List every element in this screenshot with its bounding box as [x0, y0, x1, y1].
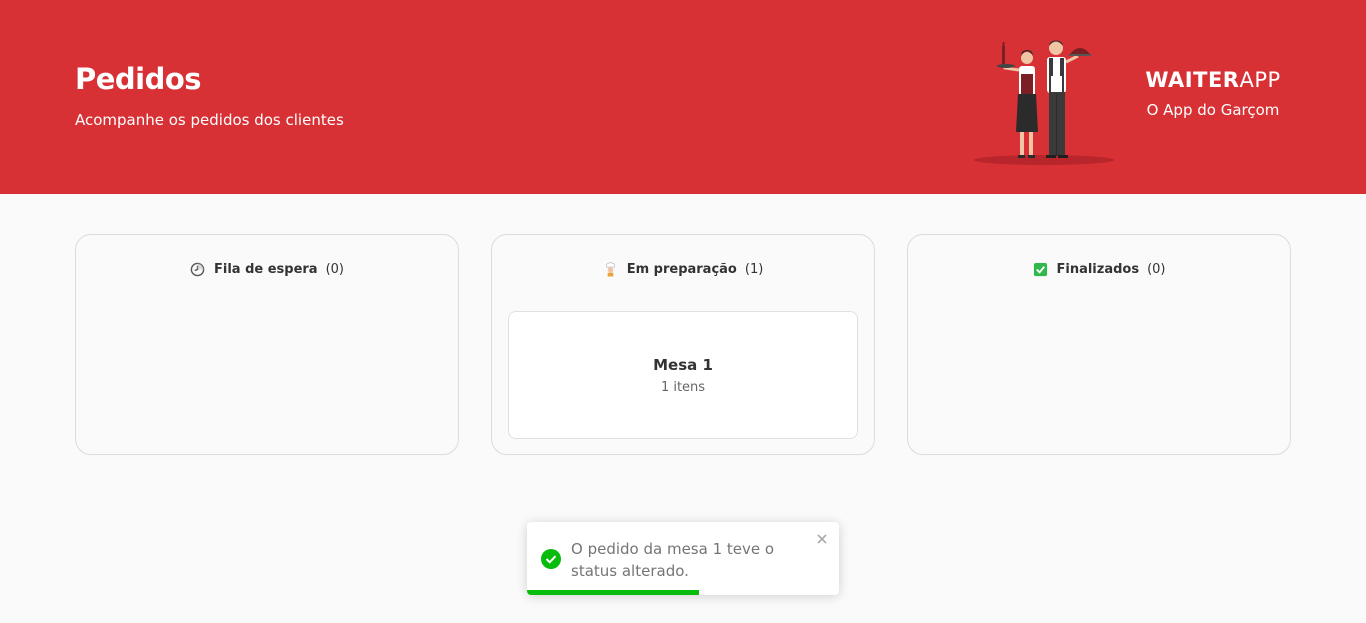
board-count: (0)	[325, 261, 345, 277]
brand-tagline: O App do Garçom	[1146, 101, 1280, 119]
waiters-illustration-icon	[974, 40, 1114, 165]
toast-message: O pedido da mesa 1 teve o status alterad…	[571, 540, 775, 580]
chef-icon	[603, 261, 619, 277]
page-title: Pedidos	[75, 62, 202, 96]
order-table: Mesa 1	[653, 355, 713, 374]
clock-icon	[190, 261, 206, 277]
brand-logo: WAITERAPP	[1143, 68, 1283, 92]
board-count: (1)	[744, 261, 764, 277]
board-title: Fila de espera	[213, 261, 318, 277]
board-title: Finalizados	[1056, 261, 1140, 277]
board-in-preparation: Em preparação (1) Mesa 1 1 itens	[491, 234, 875, 455]
board-header: Fila de espera (0)	[76, 261, 458, 277]
toast-progress-bar	[527, 590, 699, 595]
board-count: (0)	[1147, 261, 1166, 277]
board-header: Em preparação (1)	[492, 261, 874, 277]
toast-notification[interactable]: O pedido da mesa 1 teve o status alterad…	[527, 522, 839, 595]
page-subtitle: Acompanhe os pedidos dos clientes	[75, 111, 344, 129]
close-icon[interactable]	[815, 532, 829, 546]
brand: WAITERAPP O App do Garçom	[1143, 68, 1283, 119]
board-waiting: Fila de espera (0)	[75, 234, 459, 455]
order-items-count: 1 itens	[660, 379, 706, 395]
order-card[interactable]: Mesa 1 1 itens	[508, 311, 858, 439]
success-check-icon	[541, 549, 561, 569]
brand-name-light: APP	[1239, 68, 1281, 92]
board-title: Em preparação	[626, 261, 737, 277]
page-header: Pedidos Acompanhe os pedidos dos cliente…	[0, 0, 1366, 194]
board-finished: Finalizados (0)	[907, 234, 1291, 455]
check-square-icon	[1032, 261, 1048, 277]
board-header: Finalizados (0)	[908, 261, 1290, 277]
brand-name-strong: WAITER	[1145, 68, 1240, 92]
